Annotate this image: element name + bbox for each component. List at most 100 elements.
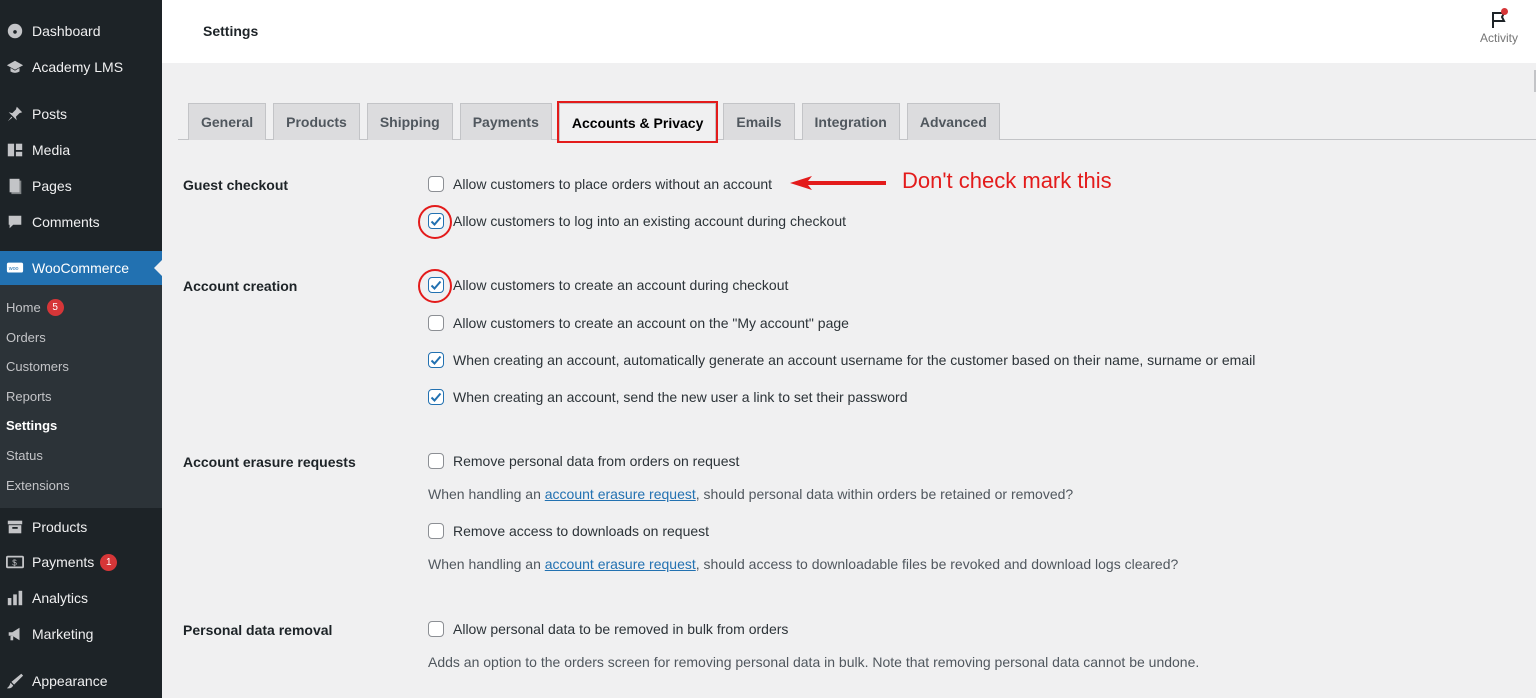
- tab-advanced[interactable]: Advanced: [906, 103, 1000, 140]
- checkmark-icon: [430, 355, 442, 365]
- sidebar-item-woocommerce[interactable]: woo WooCommerce: [0, 251, 162, 285]
- checkbox[interactable]: [428, 453, 444, 469]
- checkbox[interactable]: [428, 389, 444, 405]
- sidebar-item-dashboard[interactable]: Dashboard: [0, 14, 162, 48]
- woocommerce-submenu: Home 5 Orders Customers Reports Settings…: [0, 285, 162, 508]
- sidebar-item-pages[interactable]: Pages: [0, 169, 162, 203]
- sidebar-item-label: Comments: [32, 214, 100, 230]
- erasure-description-1: When handling an account erasure request…: [428, 486, 1073, 502]
- highlight-circle: [418, 269, 452, 303]
- option-label: Remove access to downloads on request: [453, 523, 710, 539]
- account-erasure-request-link[interactable]: account erasure request: [545, 556, 696, 572]
- login-during-checkout-option[interactable]: Allow customers to log into an existing …: [428, 213, 846, 229]
- graduation-cap-icon: [5, 58, 25, 76]
- submenu-item-label: Extensions: [6, 478, 70, 493]
- bar-chart-icon: [5, 589, 25, 607]
- removal-description: Adds an option to the orders screen for …: [428, 654, 1200, 670]
- option-label: Allow customers to log into an existing …: [453, 213, 846, 229]
- submenu-item-label: Orders: [6, 330, 46, 345]
- submenu-item-label: Home: [6, 300, 41, 315]
- sidebar-item-label: Payments: [32, 554, 95, 570]
- brush-icon: [5, 672, 25, 690]
- submenu-item-reports[interactable]: Reports: [6, 389, 52, 404]
- highlight-circle: [418, 205, 452, 239]
- option-label: Allow customers to create an account on …: [453, 315, 849, 331]
- bulk-remove-option[interactable]: Allow personal data to be removed in bul…: [428, 621, 788, 637]
- submenu-item-customers[interactable]: Customers: [6, 359, 69, 374]
- notification-dot: [1501, 8, 1508, 15]
- checkbox[interactable]: [428, 523, 444, 539]
- svg-text:woo: woo: [8, 266, 19, 272]
- description-text: , should personal data within orders be …: [695, 486, 1074, 502]
- option-label: Allow personal data to be removed in bul…: [453, 621, 789, 637]
- sidebar-item-academy-lms[interactable]: Academy LMS: [0, 50, 162, 84]
- sidebar-item-label: Media: [32, 142, 71, 158]
- top-header: Settings Activity: [162, 0, 1536, 63]
- activity-button[interactable]: Activity: [1474, 8, 1524, 45]
- submenu-item-label: Settings: [6, 418, 58, 433]
- sidebar-item-label: Dashboard: [32, 23, 101, 39]
- active-menu-arrow: [154, 260, 162, 276]
- remove-downloads-option[interactable]: Remove access to downloads on request: [428, 523, 709, 539]
- create-account-myaccount-option[interactable]: Allow customers to create an account on …: [428, 315, 849, 331]
- tab-general[interactable]: General: [188, 103, 267, 140]
- tab-payments[interactable]: Payments: [459, 103, 552, 140]
- pages-icon: [5, 177, 25, 195]
- description-text: When handling an: [428, 486, 545, 502]
- tab-products[interactable]: Products: [273, 103, 360, 140]
- guest-checkout-label: Guest checkout: [183, 177, 289, 193]
- account-erasure-request-link[interactable]: account erasure request: [545, 486, 696, 502]
- sidebar-item-label: Pages: [32, 178, 72, 194]
- checkbox[interactable]: [428, 621, 444, 637]
- generate-username-option[interactable]: When creating an account, automatically …: [428, 352, 1255, 368]
- checkbox[interactable]: [428, 176, 444, 192]
- sidebar-item-label: WooCommerce: [32, 260, 129, 276]
- submenu-item-extensions[interactable]: Extensions: [6, 478, 70, 493]
- sidebar-item-media[interactable]: Media: [0, 133, 162, 167]
- sidebar-item-marketing[interactable]: Marketing: [0, 617, 162, 651]
- checkbox[interactable]: [428, 352, 444, 368]
- sidebar-item-appearance[interactable]: Appearance: [0, 664, 162, 698]
- pushpin-icon: [5, 105, 25, 123]
- admin-sidebar: Dashboard Academy LMS Posts Media Pages …: [0, 0, 162, 698]
- description-text: , should access to downloadable files be…: [695, 556, 1179, 572]
- sidebar-item-comments[interactable]: Comments: [0, 205, 162, 239]
- tab-accounts-privacy[interactable]: Accounts & Privacy: [556, 101, 719, 143]
- guest-checkout-option[interactable]: Allow customers to place orders without …: [428, 176, 772, 192]
- sidebar-item-payments[interactable]: $ Payments 1: [0, 545, 162, 579]
- sidebar-item-analytics[interactable]: Analytics: [0, 581, 162, 615]
- submenu-item-status[interactable]: Status: [6, 448, 43, 463]
- send-password-link-option[interactable]: When creating an account, send the new u…: [428, 389, 907, 405]
- submenu-item-orders[interactable]: Orders: [6, 330, 46, 345]
- tab-shipping[interactable]: Shipping: [366, 103, 453, 140]
- option-label: Allow customers to create an account dur…: [453, 277, 789, 293]
- submenu-item-home[interactable]: Home 5: [6, 299, 64, 316]
- megaphone-icon: [5, 625, 25, 643]
- option-label: When creating an account, automatically …: [453, 352, 1256, 368]
- tab-emails[interactable]: Emails: [723, 103, 795, 140]
- account-erasure-label: Account erasure requests: [183, 454, 356, 470]
- archive-icon: [5, 518, 25, 536]
- page-title: Settings: [203, 23, 259, 39]
- submenu-item-settings[interactable]: Settings: [6, 418, 57, 433]
- erasure-description-2: When handling an account erasure request…: [428, 556, 1178, 572]
- submenu-item-label: Customers: [6, 359, 69, 374]
- remove-personal-data-option[interactable]: Remove personal data from orders on requ…: [428, 453, 739, 469]
- sidebar-item-posts[interactable]: Posts: [0, 97, 162, 131]
- account-creation-label: Account creation: [183, 278, 298, 294]
- personal-data-removal-label: Personal data removal: [183, 622, 333, 638]
- woo-icon: woo: [5, 259, 25, 277]
- dashboard-icon: [5, 22, 25, 40]
- sidebar-item-label: Marketing: [32, 626, 94, 642]
- tab-integration[interactable]: Integration: [801, 103, 900, 140]
- create-account-checkout-option[interactable]: Allow customers to create an account dur…: [428, 277, 788, 293]
- submenu-item-label: Reports: [6, 389, 52, 404]
- checkbox[interactable]: [428, 315, 444, 331]
- option-label: Allow customers to place orders without …: [453, 176, 773, 192]
- sidebar-item-label: Appearance: [32, 673, 108, 689]
- svg-text:$: $: [12, 559, 17, 568]
- sidebar-item-label: Products: [32, 519, 88, 535]
- settings-tabs: General Products Shipping Payments Accou…: [188, 101, 1007, 143]
- media-icon: [5, 141, 25, 159]
- sidebar-item-products[interactable]: Products: [0, 510, 162, 544]
